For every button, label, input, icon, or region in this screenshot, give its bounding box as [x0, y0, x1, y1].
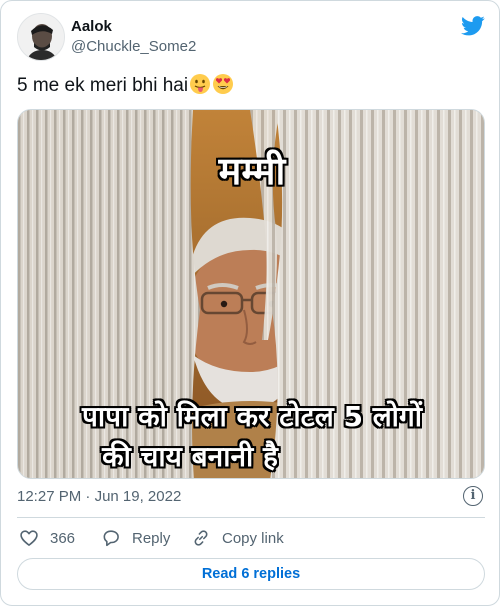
- heart-icon: [20, 530, 38, 546]
- tweet-date: Jun 19, 2022: [94, 488, 182, 505]
- avatar[interactable]: [17, 13, 65, 61]
- tweet-header: Aalok @Chuckle_Some2: [17, 13, 485, 63]
- tweet-actions: 366 Reply Copy link: [17, 527, 485, 551]
- link-icon: [194, 530, 208, 546]
- face-with-tongue-emoji: [190, 74, 211, 94]
- meme-caption-top: मम्मी: [218, 149, 286, 193]
- copy-link-button[interactable]: Copy link: [191, 527, 284, 549]
- heart-eyes-emoji: [213, 74, 234, 94]
- reply-label: Reply: [132, 529, 171, 547]
- divider: [17, 517, 485, 518]
- author-name[interactable]: Aalok: [71, 18, 112, 35]
- author-handle[interactable]: @Chuckle_Some2: [71, 38, 196, 55]
- tweet-media[interactable]: मम्मी पापा को मिला कर टोटल 5 लोगों की चा…: [17, 109, 485, 479]
- tweet-text: 5 me ek meri bhi hai: [17, 73, 234, 99]
- info-icon[interactable]: i: [463, 486, 483, 506]
- tweet-text-content: 5 me ek meri bhi hai: [17, 75, 189, 96]
- reply-bubble-icon: [103, 530, 119, 547]
- read-replies-button[interactable]: Read 6 replies: [17, 558, 485, 590]
- reply-button[interactable]: Reply: [101, 527, 170, 549]
- avatar-image: [18, 14, 64, 60]
- timestamp-separator: ·: [85, 488, 91, 505]
- like-count: 366: [50, 529, 76, 547]
- copy-link-label: Copy link: [222, 529, 284, 547]
- tweet-card: Aalok @Chuckle_Some2 5 me ek meri bhi ha…: [0, 0, 500, 606]
- tweet-time: 12:27 PM: [17, 488, 82, 505]
- like-button[interactable]: 366: [19, 527, 75, 549]
- meme-caption-bottom-line1: पापा को मिला कर टोटल 5 लोगों: [82, 400, 422, 433]
- twitter-bird-icon[interactable]: [461, 15, 485, 37]
- meme-caption-bottom-line2: की चाय बनानी है: [102, 440, 278, 473]
- tweet-timestamp[interactable]: 12:27 PM · Jun 19, 2022: [17, 488, 181, 505]
